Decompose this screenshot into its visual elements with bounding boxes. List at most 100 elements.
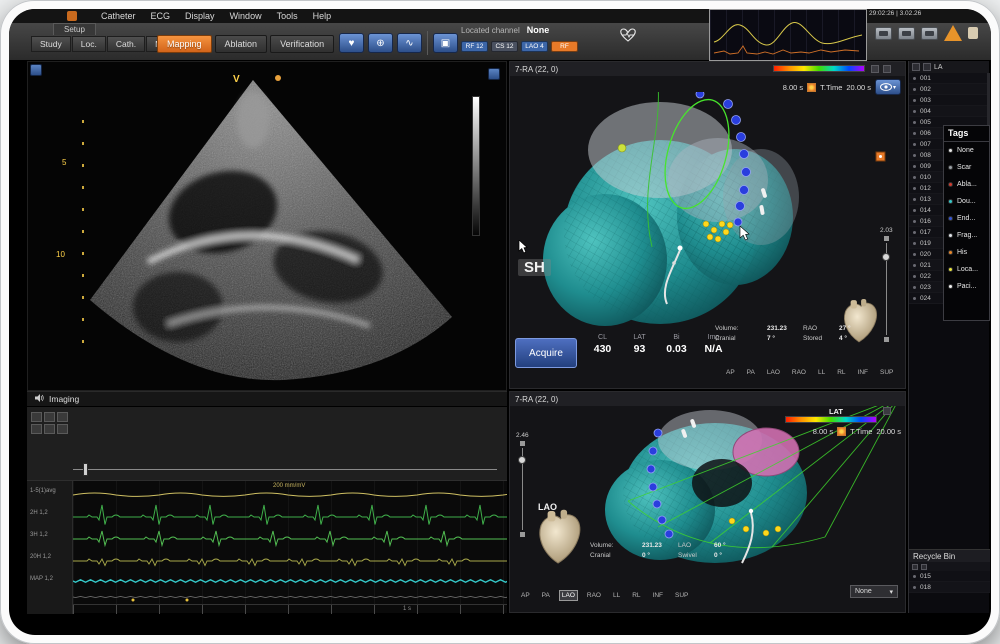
menu-item[interactable]: Tools bbox=[277, 11, 298, 21]
mode-button[interactable]: Ablation bbox=[215, 35, 268, 53]
depth-label: 10 bbox=[56, 250, 65, 259]
eye-icon[interactable] bbox=[912, 63, 920, 71]
tag-item[interactable]: Loca... bbox=[944, 261, 989, 278]
channel-chip[interactable]: RF bbox=[551, 41, 578, 52]
tag-item[interactable]: Frag... bbox=[944, 227, 989, 244]
map-bottom-time-controls: 8.00 s T.Time 20.00 s bbox=[813, 427, 901, 436]
orientation-button[interactable]: SUP bbox=[877, 367, 896, 378]
orientation-button[interactable]: LAO bbox=[559, 590, 578, 601]
located-channel-label: Located channel bbox=[461, 26, 520, 35]
orientation-button[interactable]: LL bbox=[815, 367, 828, 378]
orientation-buttons-top: AP PA LAO RAO LL RL INF SUP bbox=[723, 367, 896, 378]
orientation-button[interactable]: PA bbox=[744, 367, 758, 378]
panel-icon[interactable] bbox=[871, 65, 879, 73]
setup-tab[interactable]: Setup bbox=[53, 23, 96, 35]
orientation-button[interactable]: RL bbox=[629, 590, 643, 601]
menu-item[interactable]: Display bbox=[185, 11, 215, 21]
waveform-icon[interactable]: ∿ bbox=[397, 33, 422, 53]
point-icon bbox=[913, 242, 916, 245]
mode-button[interactable]: Mapping bbox=[157, 35, 212, 53]
orientation-button[interactable]: RL bbox=[834, 367, 848, 378]
cine-icon[interactable] bbox=[57, 424, 68, 434]
point-icon bbox=[913, 264, 916, 267]
zoom-slider-bottom[interactable]: 2.46 bbox=[516, 432, 529, 537]
orientation-button[interactable]: RAO bbox=[584, 590, 604, 601]
orientation-button[interactable]: PA bbox=[539, 590, 553, 601]
ecg-channel-label[interactable]: 20H 1,2 bbox=[27, 553, 72, 575]
panel-icon[interactable] bbox=[883, 407, 891, 415]
orientation-button[interactable]: AP bbox=[723, 367, 738, 378]
cine-icon[interactable] bbox=[57, 412, 68, 422]
slider-knob[interactable] bbox=[518, 456, 526, 464]
tag-item[interactable]: His bbox=[944, 244, 989, 261]
depth-ticks bbox=[82, 120, 84, 346]
channel-chip[interactable]: RF 12 bbox=[461, 41, 488, 52]
ecg-channel-label[interactable]: 1-5(1)avg bbox=[27, 487, 72, 509]
heart-icon[interactable]: ♥ bbox=[339, 33, 364, 53]
cine-slider-handle[interactable] bbox=[83, 463, 88, 476]
slider-value: 2.46 bbox=[516, 432, 529, 439]
orientation-button[interactable]: LAO bbox=[764, 367, 783, 378]
acquire-button[interactable]: Acquire bbox=[515, 338, 577, 368]
orientation-button[interactable]: INF bbox=[650, 590, 666, 601]
point-row[interactable]: 001 bbox=[909, 73, 987, 84]
cine-icon[interactable] bbox=[31, 412, 42, 422]
orientation-button[interactable]: LL bbox=[610, 590, 623, 601]
cine-icon[interactable] bbox=[44, 424, 55, 434]
target-icon[interactable]: ⊕ bbox=[368, 33, 393, 53]
panel-icon[interactable] bbox=[883, 65, 891, 73]
tag-item[interactable]: End... bbox=[944, 210, 989, 227]
orientation-button[interactable]: INF bbox=[855, 367, 871, 378]
channel-chip[interactable]: LAO 4 bbox=[521, 41, 548, 52]
tag-item[interactable]: None bbox=[944, 142, 989, 159]
speaker-icon bbox=[35, 394, 44, 404]
eye-icon[interactable] bbox=[912, 564, 918, 570]
menu-item[interactable]: ECG bbox=[151, 11, 171, 21]
map-select-dropdown[interactable]: None ▾ bbox=[850, 585, 898, 598]
menu-item[interactable]: Catheter bbox=[101, 11, 136, 21]
mode-button[interactable]: Verification bbox=[270, 35, 334, 53]
map-viewport-bottom: 7-RA (22, 0) LAT 8.00 s T.Time 20.00 s bbox=[509, 391, 906, 613]
tag-item[interactable]: Dou... bbox=[944, 193, 989, 210]
orientation-button[interactable]: SUP bbox=[672, 590, 691, 601]
orientation-button[interactable]: AP bbox=[518, 590, 533, 601]
point-row[interactable]: 002 bbox=[909, 84, 987, 95]
cine-icon[interactable] bbox=[31, 424, 42, 434]
channel-chip[interactable]: CS 12 bbox=[491, 41, 518, 52]
tag-item[interactable]: Scar bbox=[944, 159, 989, 176]
sort-icon[interactable] bbox=[923, 63, 931, 71]
screen-icon[interactable]: ▣ bbox=[433, 33, 458, 53]
panel-menu-icon[interactable] bbox=[30, 64, 42, 76]
cine-slider-track[interactable] bbox=[73, 469, 497, 470]
projection-readout-top: Volume:231.23 RAO27 ° Cranial7 ° Stored4… bbox=[715, 325, 865, 342]
tag-item[interactable]: Abla... bbox=[944, 176, 989, 193]
tag-color-dot bbox=[948, 182, 953, 187]
lat-color-scale bbox=[785, 416, 877, 423]
view-options-button[interactable]: ▾ bbox=[875, 79, 901, 95]
point-row[interactable]: 003 bbox=[909, 95, 987, 106]
zoom-slider-top[interactable]: 2.03 bbox=[880, 227, 893, 342]
ecg-time-ruler: 1 s bbox=[73, 604, 507, 614]
tag-item[interactable]: Paci... bbox=[944, 278, 989, 295]
ecg-channel-label[interactable]: MAP 1,2 bbox=[27, 575, 72, 597]
menu-icon[interactable] bbox=[921, 564, 927, 570]
point-icon bbox=[913, 110, 916, 113]
ecg-channel-label[interactable]: 2H 1,2 bbox=[27, 509, 72, 531]
slider-knob[interactable] bbox=[882, 253, 890, 261]
position-icon bbox=[898, 27, 915, 40]
stage-tab[interactable]: Cath. bbox=[107, 36, 145, 52]
menu-item[interactable]: Help bbox=[313, 11, 332, 21]
panel-settings-icon[interactable] bbox=[488, 68, 500, 80]
cine-icon[interactable] bbox=[44, 412, 55, 422]
imaging-bar: Imaging bbox=[27, 391, 507, 406]
ultrasound-panel: V 5 10 bbox=[27, 61, 507, 391]
point-row[interactable]: 004 bbox=[909, 106, 987, 117]
menu-item[interactable]: Window bbox=[230, 11, 262, 21]
orientation-button[interactable]: RAO bbox=[789, 367, 809, 378]
stage-tab[interactable]: Study bbox=[31, 36, 71, 52]
recycled-point-row[interactable]: 018 bbox=[909, 582, 990, 593]
heart-orientation-icon[interactable] bbox=[532, 508, 584, 566]
ecg-channel-label[interactable]: 3H 1,2 bbox=[27, 531, 72, 553]
stage-tab[interactable]: Loc. bbox=[72, 36, 106, 52]
recycled-point-row[interactable]: 015 bbox=[909, 571, 990, 582]
